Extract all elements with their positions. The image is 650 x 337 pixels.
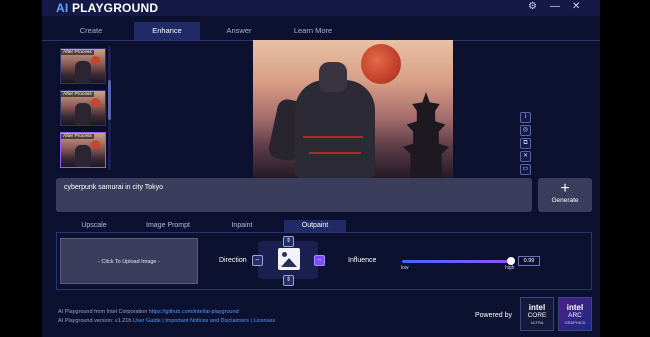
- history-panel: After Process After Process After Proces…: [58, 44, 112, 172]
- badge-name: ARC: [568, 312, 582, 319]
- thumbnail-figure: [75, 61, 91, 83]
- tab-upscale[interactable]: Upscale: [64, 220, 124, 232]
- info-icon[interactable]: i: [520, 112, 531, 123]
- thumbnail-moon: [91, 140, 100, 149]
- thumbnail-figure: [75, 145, 91, 167]
- upload-image-area[interactable]: - Click To Upload Image -: [60, 238, 198, 284]
- badge-brand: intel: [566, 303, 584, 312]
- tab-inpaint[interactable]: Inpaint: [214, 220, 270, 232]
- expand-up-icon[interactable]: ⇕: [283, 236, 294, 247]
- footer-line-1: AI Playground from Intel Corporation htt…: [58, 309, 239, 315]
- thumbnail-figure: [75, 103, 91, 125]
- armor-red-trim: [303, 136, 363, 138]
- tab-create[interactable]: Create: [56, 22, 126, 40]
- generated-image-preview: [253, 40, 453, 178]
- image-icon-mountain: [281, 258, 297, 267]
- footer-version: AI Playground version: v1.21b: [58, 318, 133, 324]
- tab-learn-more[interactable]: Learn More: [278, 22, 348, 40]
- intel-arc-graphics-badge: intel ARC GRAPHICS: [558, 297, 592, 331]
- badge-tier: ULTRA: [530, 320, 544, 325]
- expand-down-icon[interactable]: ⇕: [283, 275, 294, 286]
- samurai-armor: [295, 80, 375, 178]
- tab-enhance[interactable]: Enhance: [134, 22, 200, 40]
- prompt-input[interactable]: cyberpunk samurai in city Tokyo: [56, 178, 532, 212]
- title-bar: AI PLAYGROUND ⚙ — ✕: [42, 0, 600, 16]
- expand-left-icon[interactable]: ⇔: [252, 255, 263, 266]
- close-button[interactable]: ✕: [572, 1, 580, 13]
- tab-outpaint[interactable]: Outpaint: [284, 220, 346, 232]
- image-icon-sun: [282, 252, 287, 257]
- influence-slider[interactable]: [402, 260, 512, 263]
- direction-label: Direction: [219, 257, 247, 264]
- footer-line-2: AI Playground version: v1.21b User Guide…: [58, 318, 275, 324]
- thumbnail-moon: [91, 56, 100, 65]
- main-tab-bar: Create Enhance Answer Learn More: [42, 22, 600, 40]
- logo-ai-text: AI: [56, 1, 69, 15]
- delete-icon[interactable]: ✕: [520, 151, 531, 162]
- thumbnail-moon: [91, 98, 100, 107]
- badge-name: CORE: [527, 312, 547, 319]
- badge-brand: intel: [528, 303, 546, 312]
- samurai-helmet: [319, 62, 347, 92]
- expand-right-icon[interactable]: ⇔: [314, 255, 325, 266]
- history-thumbnail-selected[interactable]: After Process: [60, 132, 106, 168]
- history-scrollbar-thumb[interactable]: [108, 80, 111, 120]
- minimize-button[interactable]: —: [550, 1, 560, 13]
- intel-core-ultra-badge: intel CORE ULTRA: [520, 297, 554, 331]
- ai-playground-window: AI PLAYGROUND ⚙ — ✕ Create Enhance Answe…: [42, 0, 600, 337]
- slider-low-label: low: [401, 265, 409, 271]
- thumbnail-label: After Process: [61, 92, 94, 97]
- plus-icon: +: [560, 180, 570, 197]
- folder-icon[interactable]: ▭: [520, 164, 531, 175]
- settings-circle-icon[interactable]: ◎: [520, 125, 531, 136]
- influence-value-input[interactable]: 0.99: [518, 256, 540, 266]
- tab-answer[interactable]: Answer: [206, 22, 272, 40]
- history-thumbnail[interactable]: After Process: [60, 90, 106, 126]
- generate-button[interactable]: + Generate: [538, 178, 592, 212]
- copy-icon[interactable]: ⧉: [520, 138, 531, 149]
- logo-playground-text: PLAYGROUND: [71, 1, 159, 15]
- thumbnail-label: After Process: [61, 50, 94, 55]
- generate-label: Generate: [551, 197, 579, 204]
- influence-slider-knob[interactable]: [506, 257, 515, 265]
- red-moon: [361, 44, 401, 84]
- badge-tier: GRAPHICS: [564, 320, 586, 325]
- footer-credit: AI Playground from Intel Corporation: [58, 309, 149, 315]
- app-logo: AI PLAYGROUND: [56, 1, 158, 15]
- github-link[interactable]: https://github.com/intel/ai-playground: [149, 309, 239, 315]
- gear-icon[interactable]: ⚙: [528, 1, 537, 13]
- enhance-mode-tabs: Upscale Image Prompt Inpaint Outpaint: [56, 220, 592, 232]
- tab-image-prompt[interactable]: Image Prompt: [136, 220, 200, 232]
- powered-by-label: Powered by: [475, 312, 512, 319]
- pagoda-silhouette: [403, 92, 449, 178]
- image-placeholder-icon: [278, 248, 300, 270]
- influence-label: Influence: [348, 257, 377, 264]
- thumbnail-label: After Process: [61, 134, 94, 139]
- prompt-text: cyberpunk samurai in city Tokyo: [64, 184, 164, 191]
- armor-red-trim: [309, 152, 361, 154]
- slider-high-label: high: [505, 265, 515, 271]
- history-thumbnail[interactable]: After Process: [60, 48, 106, 84]
- footer-links[interactable]: User Guide | Important Notices and Discl…: [133, 318, 275, 324]
